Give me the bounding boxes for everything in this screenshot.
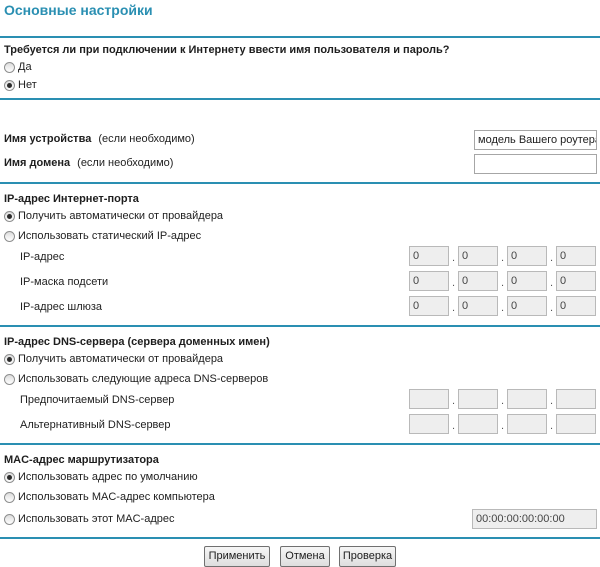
ip-octet-4[interactable]: 0 — [556, 246, 596, 266]
ip-octet-2[interactable]: 0 — [458, 246, 498, 266]
pdns-octet-3[interactable] — [507, 389, 547, 409]
test-button[interactable]: Проверка — [339, 546, 396, 567]
internet-ip-auto-option[interactable]: Получить автоматически от провайдера — [4, 209, 223, 223]
ip-static-label: Использовать статический IP-адрес — [18, 230, 202, 242]
dot-separator: . — [452, 420, 456, 432]
radio-dns-auto[interactable] — [4, 353, 15, 365]
adns-octet-3[interactable] — [507, 414, 547, 434]
dns-section-title: IP-адрес DNS-сервера (сервера доменных и… — [4, 336, 270, 348]
page-title: Основные настройки — [4, 2, 153, 18]
ip-auto-label: Получить автоматически от провайдера — [18, 210, 224, 222]
domain-name-row: Имя домена (если необходимо) — [4, 157, 173, 169]
domain-name-hint: (если необходимо) — [77, 157, 174, 169]
dot-separator: . — [550, 395, 554, 407]
cancel-button[interactable]: Отмена — [280, 546, 330, 567]
mac-address-input[interactable]: 00:00:00:00:00:00 — [472, 509, 597, 529]
dns-manual-option[interactable]: Использовать следующие адреса DNS-сервер… — [4, 372, 268, 386]
mac-computer-label: Использовать MAC-адрес компьютера — [18, 491, 215, 503]
gateway-octet-2[interactable]: 0 — [458, 296, 498, 316]
domain-name-input[interactable] — [474, 154, 597, 174]
radio-mac-custom[interactable] — [4, 513, 15, 525]
mask-octet-2[interactable]: 0 — [458, 271, 498, 291]
login-question: Требуется ли при подключении к Интернету… — [4, 44, 450, 56]
radio-mac-default[interactable] — [4, 471, 15, 483]
mac-custom-option[interactable]: Использовать этот MAC-адрес — [4, 512, 174, 526]
mask-octet-1[interactable]: 0 — [409, 271, 449, 291]
ip-octet-1[interactable]: 0 — [409, 246, 449, 266]
device-name-label: Имя устройства — [4, 133, 92, 145]
dot-separator: . — [501, 302, 505, 314]
subnet-mask-label: IP-маска подсети — [20, 276, 109, 288]
radio-ip-static[interactable] — [4, 230, 15, 242]
device-name-row: Имя устройства (если необходимо) — [4, 133, 195, 145]
divider — [0, 537, 600, 539]
gateway-label: IP-адрес шлюза — [20, 301, 103, 313]
mac-computer-option[interactable]: Использовать MAC-адрес компьютера — [4, 490, 215, 504]
radio-mac-computer[interactable] — [4, 491, 15, 503]
dot-separator: . — [452, 252, 456, 264]
radio-ip-auto[interactable] — [4, 210, 15, 222]
divider — [0, 443, 600, 445]
adns-octet-2[interactable] — [458, 414, 498, 434]
adns-octet-4[interactable] — [556, 414, 596, 434]
login-yes-option[interactable]: Да — [4, 60, 32, 74]
mask-octet-4[interactable]: 0 — [556, 271, 596, 291]
apply-button[interactable]: Применить — [204, 546, 270, 567]
ip-octet-3[interactable]: 0 — [507, 246, 547, 266]
preferred-dns-label: Предпочитаемый DNS-сервер — [20, 394, 175, 406]
dot-separator: . — [501, 395, 505, 407]
dns-manual-label: Использовать следующие адреса DNS-сервер… — [18, 373, 269, 385]
internet-ip-section-title: IP-адрес Интернет-порта — [4, 193, 139, 205]
gateway-octet-4[interactable]: 0 — [556, 296, 596, 316]
mask-octet-3[interactable]: 0 — [507, 271, 547, 291]
mac-custom-label: Использовать этот MAC-адрес — [18, 513, 175, 525]
pdns-octet-1[interactable] — [409, 389, 449, 409]
radio-no[interactable] — [4, 79, 15, 91]
dot-separator: . — [550, 302, 554, 314]
pdns-octet-2[interactable] — [458, 389, 498, 409]
mac-default-option[interactable]: Использовать адрес по умолчанию — [4, 470, 198, 484]
mac-section-title: MAC-адрес маршрутизатора — [4, 454, 159, 466]
ip-address-label: IP-адрес — [20, 251, 65, 263]
domain-name-label: Имя домена — [4, 157, 71, 169]
dot-separator: . — [550, 277, 554, 289]
divider — [0, 98, 600, 100]
login-no-option[interactable]: Нет — [4, 78, 37, 92]
mac-default-label: Использовать адрес по умолчанию — [18, 471, 198, 483]
dns-auto-label: Получить автоматически от провайдера — [18, 353, 224, 365]
dns-auto-option[interactable]: Получить автоматически от провайдера — [4, 352, 223, 366]
pdns-octet-4[interactable] — [556, 389, 596, 409]
dot-separator: . — [550, 252, 554, 264]
dot-separator: . — [501, 277, 505, 289]
device-name-hint: (если необходимо) — [98, 133, 195, 145]
divider — [0, 182, 600, 184]
dot-separator: . — [452, 277, 456, 289]
dot-separator: . — [452, 302, 456, 314]
radio-yes-label: Да — [18, 61, 32, 73]
device-name-input[interactable]: модель Вашего роутера — [474, 130, 597, 150]
radio-no-label: Нет — [18, 79, 37, 91]
dot-separator: . — [501, 252, 505, 264]
gateway-octet-3[interactable]: 0 — [507, 296, 547, 316]
adns-octet-1[interactable] — [409, 414, 449, 434]
divider — [0, 325, 600, 327]
dot-separator: . — [550, 420, 554, 432]
divider — [0, 36, 600, 38]
gateway-octet-1[interactable]: 0 — [409, 296, 449, 316]
dot-separator: . — [501, 420, 505, 432]
alternate-dns-label: Альтернативный DNS-сервер — [20, 419, 171, 431]
internet-ip-static-option[interactable]: Использовать статический IP-адрес — [4, 229, 201, 243]
radio-dns-manual[interactable] — [4, 373, 15, 385]
dot-separator: . — [452, 395, 456, 407]
radio-yes[interactable] — [4, 61, 15, 73]
